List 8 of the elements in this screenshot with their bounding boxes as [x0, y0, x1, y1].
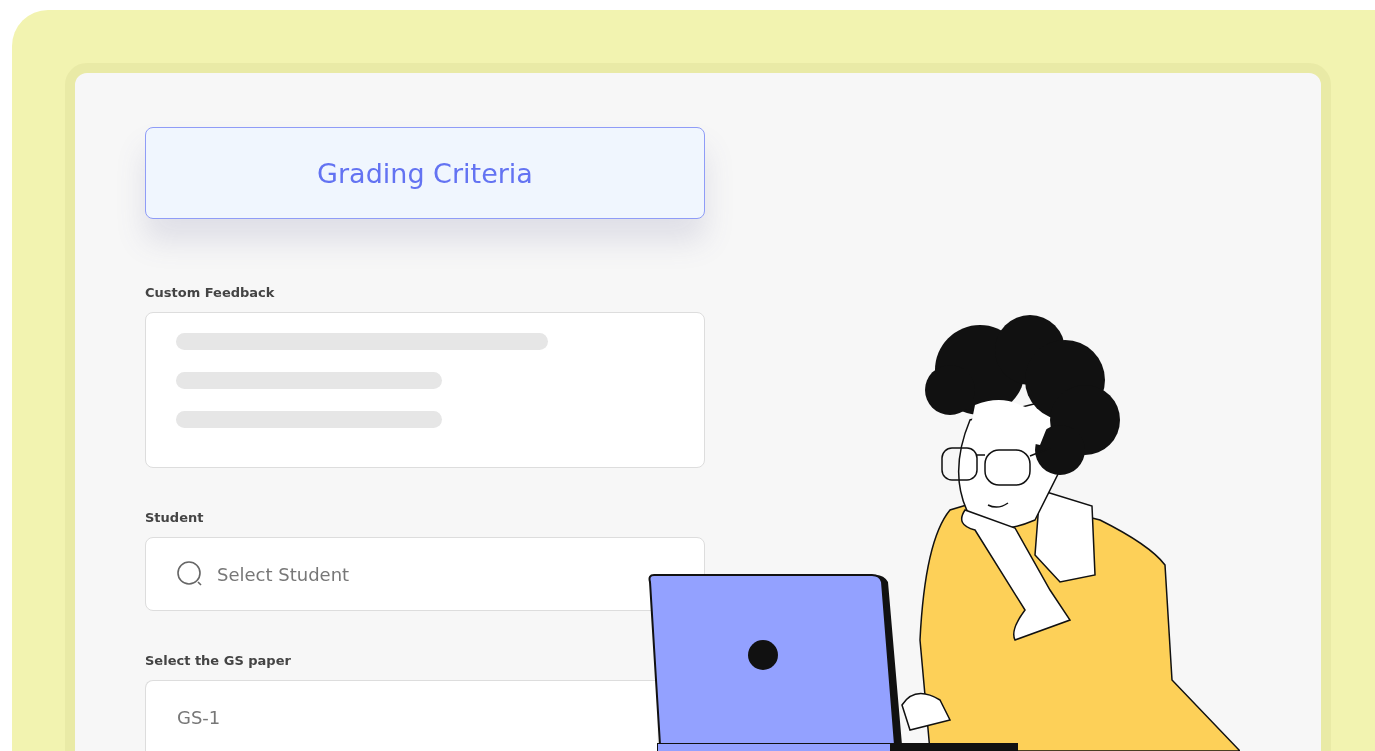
student-search-field[interactable]: Select Student	[145, 537, 705, 611]
feedback-textarea[interactable]	[145, 312, 705, 468]
field-label: Select the GS paper	[145, 653, 292, 668]
field-label: Student	[145, 510, 205, 525]
paper-select-field[interactable]: GS-1	[145, 680, 657, 751]
search-icon	[177, 561, 203, 587]
field-label: Custom Feedback	[145, 285, 276, 300]
heading-banner: Grading Criteria	[145, 127, 705, 219]
